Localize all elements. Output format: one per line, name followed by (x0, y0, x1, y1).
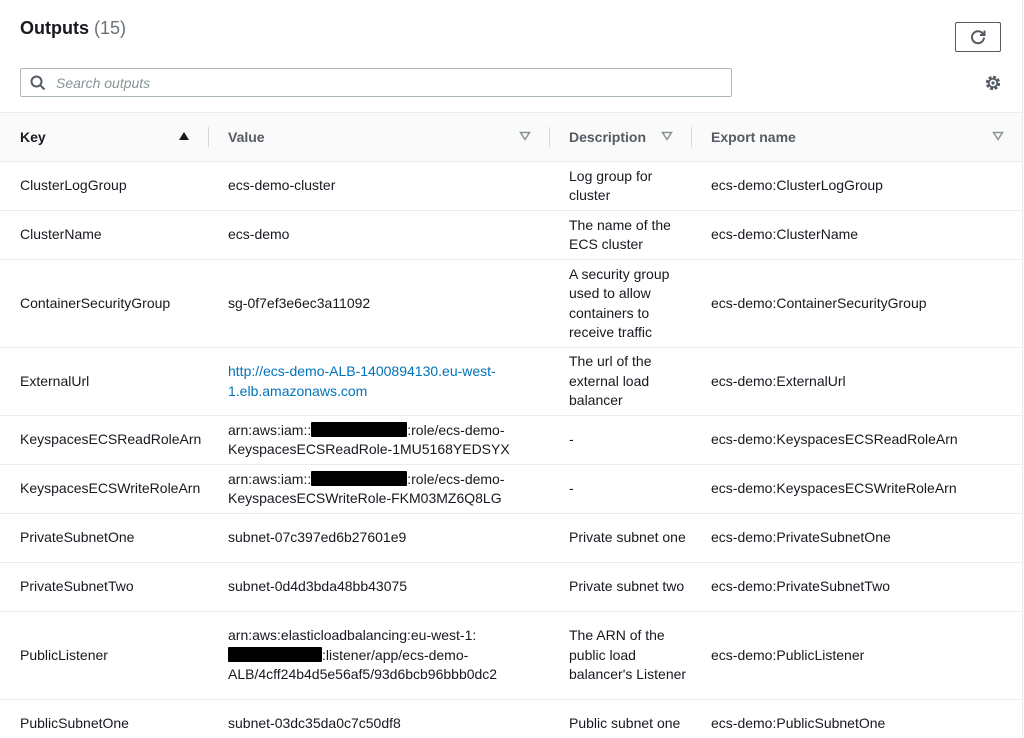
cell-export: ecs-demo:KeyspacesECSWriteRoleArn (691, 464, 1022, 514)
redacted-account-id (311, 470, 408, 486)
column-header-key-label: Key (20, 129, 46, 145)
cell-key: ContainerSecurityGroup (0, 259, 208, 348)
column-header-description[interactable]: Description (549, 112, 691, 162)
outputs-count: (15) (94, 18, 127, 38)
cell-export: ecs-demo:ClusterLogGroup (691, 161, 1022, 211)
value-prefix: arn:aws:iam:: (228, 421, 312, 438)
table-row: ExternalUrl http://ecs-demo-ALB-14008941… (0, 347, 1022, 416)
cell-export: ecs-demo:PublicSubnetOne (691, 699, 1022, 738)
cell-description: Log group for cluster (549, 161, 691, 211)
gear-icon[interactable] (983, 73, 1003, 93)
value-prefix: arn:aws:elasticloadbalancing:eu-west-1: (228, 627, 477, 644)
cell-description: - (549, 415, 691, 465)
cell-value: http://ecs-demo-ALB-1400894130.eu-west-1… (208, 347, 549, 416)
page-title-text: Outputs (20, 18, 89, 38)
column-divider (208, 127, 209, 147)
cell-key: ClusterLogGroup (0, 161, 208, 211)
cell-value: sg-0f7ef3e6ec3a11092 (208, 259, 549, 348)
cell-description: A security group used to allow container… (549, 259, 691, 348)
table-row: PublicListener arn:aws:elasticloadbalanc… (0, 611, 1022, 700)
outputs-panel: Outputs (15) Key (0, 0, 1023, 738)
cell-key: PublicSubnetOne (0, 699, 208, 738)
cell-key: PublicListener (0, 611, 208, 700)
column-divider (549, 127, 550, 147)
cell-value: subnet-0d4d3bda48bb43075 (208, 562, 549, 612)
table-row: PrivateSubnetOne subnet-07c397ed6b27601e… (0, 513, 1022, 563)
caret-down-icon (661, 131, 673, 141)
column-header-value[interactable]: Value (208, 112, 549, 162)
cell-value: ecs-demo (208, 210, 549, 260)
cell-export: ecs-demo:ContainerSecurityGroup (691, 259, 1022, 348)
table-header-row: Key Value Description Export name (0, 112, 1022, 162)
cell-description: The ARN of the public load balancer's Li… (549, 611, 691, 700)
cell-key: KeyspacesECSWriteRoleArn (0, 464, 208, 514)
table-row: ClusterName ecs-demo The name of the ECS… (0, 210, 1022, 260)
cell-export: ecs-demo:KeyspacesECSReadRoleArn (691, 415, 1022, 465)
table-row: KeyspacesECSReadRoleArn arn:aws:iam:::ro… (0, 415, 1022, 465)
column-header-key[interactable]: Key (0, 112, 208, 162)
column-header-value-label: Value (228, 129, 265, 145)
cell-description: Private subnet two (549, 562, 691, 612)
external-url-link[interactable]: http://ecs-demo-ALB-1400894130.eu-west-1… (228, 363, 496, 399)
cell-key: PrivateSubnetTwo (0, 562, 208, 612)
table-row: PublicSubnetOne subnet-03dc35da0c7c50df8… (0, 699, 1022, 738)
search-input[interactable] (54, 73, 731, 92)
column-header-description-label: Description (569, 129, 647, 145)
cell-export: ecs-demo:PublicListener (691, 611, 1022, 700)
cell-value: arn:aws:elasticloadbalancing:eu-west-1::… (208, 611, 549, 700)
cell-key: KeyspacesECSReadRoleArn (0, 415, 208, 465)
cell-value: arn:aws:iam:::role/ecs-demo-KeyspacesECS… (208, 415, 549, 465)
cell-description: Private subnet one (549, 513, 691, 563)
table-row: KeyspacesECSWriteRoleArn arn:aws:iam:::r… (0, 464, 1022, 514)
column-header-export[interactable]: Export name (691, 112, 1022, 162)
cell-value: subnet-07c397ed6b27601e9 (208, 513, 549, 563)
cell-key: ExternalUrl (0, 347, 208, 416)
cell-key: PrivateSubnetOne (0, 513, 208, 563)
table-row: ContainerSecurityGroup sg-0f7ef3e6ec3a11… (0, 259, 1022, 348)
cell-export: ecs-demo:ClusterName (691, 210, 1022, 260)
cell-value: subnet-03dc35da0c7c50df8 (208, 699, 549, 738)
cell-export: ecs-demo:PrivateSubnetTwo (691, 562, 1022, 612)
table-row: PrivateSubnetTwo subnet-0d4d3bda48bb4307… (0, 562, 1022, 612)
cell-description: - (549, 464, 691, 514)
page-title: Outputs (15) (20, 18, 126, 39)
column-header-export-label: Export name (711, 129, 796, 145)
refresh-button[interactable] (955, 22, 1001, 52)
cell-description: The name of the ECS cluster (549, 210, 691, 260)
redacted-account-id (228, 646, 322, 662)
cell-description: Public subnet one (549, 699, 691, 738)
cell-export: ecs-demo:ExternalUrl (691, 347, 1022, 416)
refresh-icon (971, 30, 986, 45)
cell-export: ecs-demo:PrivateSubnetOne (691, 513, 1022, 563)
outputs-table: Key Value Description Export name Cluste… (0, 112, 1022, 738)
caret-down-icon (992, 131, 1004, 141)
redacted-account-id (311, 421, 408, 437)
value-prefix: arn:aws:iam:: (228, 470, 312, 487)
search-icon (30, 75, 46, 90)
cell-description: The url of the external load balancer (549, 347, 691, 416)
search-field[interactable] (20, 68, 732, 97)
caret-up-icon (179, 132, 189, 140)
column-divider (691, 127, 692, 147)
cell-value: arn:aws:iam:::role/ecs-demo-KeyspacesECS… (208, 464, 549, 514)
cell-key: ClusterName (0, 210, 208, 260)
cell-value: ecs-demo-cluster (208, 161, 549, 211)
caret-down-icon (519, 131, 531, 141)
table-row: ClusterLogGroup ecs-demo-cluster Log gro… (0, 161, 1022, 211)
